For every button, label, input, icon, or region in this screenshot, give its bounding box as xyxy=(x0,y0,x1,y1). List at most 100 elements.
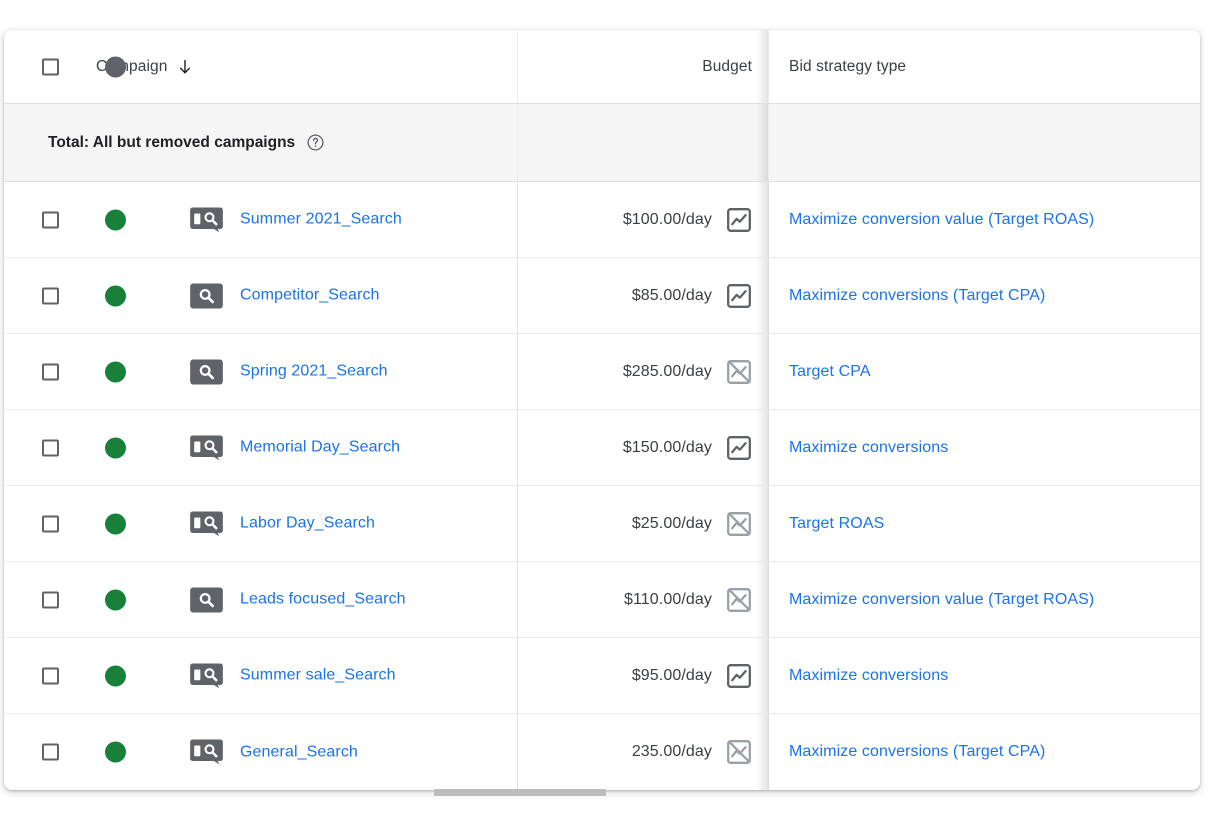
table-row[interactable]: Spring 2021_Search $285.00/day Target CP… xyxy=(4,334,1200,410)
cell-campaign: Memorial Day_Search xyxy=(4,410,517,485)
bid-strategy-link[interactable]: Maximize conversions xyxy=(789,667,948,685)
row-status-cell[interactable] xyxy=(105,513,126,534)
cell-bid-strategy-type: Maximize conversions (Target CPA) xyxy=(756,258,1200,333)
campaign-name-link[interactable]: General_Search xyxy=(240,743,358,761)
cell-budget: $100.00/day xyxy=(517,182,768,257)
row-checkbox-cell[interactable] xyxy=(42,743,59,761)
campaign-name-link[interactable]: Memorial Day_Search xyxy=(240,439,400,457)
table-row[interactable]: Summer 2021_Search $100.00/day Maximize … xyxy=(4,182,1200,258)
table-row[interactable]: Leads focused_Search $110.00/day Maximiz… xyxy=(4,562,1200,638)
arrow-down-icon[interactable] xyxy=(176,58,194,76)
chart-off-icon[interactable] xyxy=(726,359,752,385)
bid-strategy-link[interactable]: Maximize conversion value (Target ROAS) xyxy=(789,591,1094,609)
row-checkbox-cell[interactable] xyxy=(42,591,59,608)
cell-budget: $95.00/day xyxy=(517,638,768,713)
search-icon xyxy=(190,359,223,384)
bid-strategy-link[interactable]: Maximize conversion value (Target ROAS) xyxy=(789,211,1094,229)
table-row[interactable]: Summer sale_Search $95.00/day Maximize c… xyxy=(4,638,1200,714)
horizontal-scrollbar[interactable] xyxy=(4,789,1200,796)
search-partner-icon xyxy=(190,663,223,688)
table-row[interactable]: Competitor_Search $85.00/day Maximize co… xyxy=(4,258,1200,334)
row-checkbox-cell[interactable] xyxy=(42,211,59,228)
select-all-checkbox-cell[interactable] xyxy=(42,58,59,75)
chart-off-icon[interactable] xyxy=(726,739,752,765)
row-status-cell[interactable] xyxy=(105,361,126,382)
row-select-checkbox[interactable] xyxy=(42,287,59,304)
table-body: Summer 2021_Search $100.00/day Maximize … xyxy=(4,182,1200,790)
row-checkbox-cell[interactable] xyxy=(42,515,59,532)
cell-bid-strategy-type: Target CPA xyxy=(756,334,1200,409)
campaign-name-link[interactable]: Leads focused_Search xyxy=(240,591,406,609)
campaign-name-link[interactable]: Spring 2021_Search xyxy=(240,363,388,381)
budget-value[interactable]: 235.00/day xyxy=(632,743,712,761)
horizontal-scrollbar-thumb[interactable] xyxy=(434,789,606,796)
budget-value[interactable]: $95.00/day xyxy=(632,667,712,685)
chart-icon[interactable] xyxy=(726,283,752,309)
budget-value[interactable]: $25.00/day xyxy=(632,515,712,533)
row-checkbox-cell[interactable] xyxy=(42,287,59,304)
bid-strategy-link[interactable]: Maximize conversions (Target CPA) xyxy=(789,743,1045,761)
row-select-checkbox[interactable] xyxy=(42,211,59,228)
bid-strategy-link[interactable]: Maximize conversions (Target CPA) xyxy=(789,287,1045,305)
budget-value[interactable]: $85.00/day xyxy=(632,287,712,305)
budget-value[interactable]: $100.00/day xyxy=(623,211,712,229)
status-enabled-icon xyxy=(105,513,126,534)
cell-bid-strategy-type: Maximize conversion value (Target ROAS) xyxy=(756,562,1200,637)
budget-value[interactable]: $285.00/day xyxy=(623,363,712,381)
total-label: Total: All but removed campaigns xyxy=(48,133,296,151)
row-status-cell[interactable] xyxy=(105,437,126,458)
row-status-cell[interactable] xyxy=(105,209,126,230)
budget-value[interactable]: $150.00/day xyxy=(623,439,712,457)
select-all-checkbox[interactable] xyxy=(42,58,59,75)
campaign-name-link[interactable]: Summer sale_Search xyxy=(240,667,396,685)
status-circle-icon xyxy=(105,56,126,77)
campaign-name-link[interactable]: Summer 2021_Search xyxy=(240,211,402,229)
search-icon xyxy=(190,587,223,612)
total-cell-budget xyxy=(517,104,768,181)
row-select-checkbox[interactable] xyxy=(42,515,59,532)
header-label-bid-strategy-type: Bid strategy type xyxy=(789,57,907,75)
search-partner-icon xyxy=(190,435,223,460)
row-select-checkbox[interactable] xyxy=(42,743,59,761)
campaign-name-link[interactable]: Competitor_Search xyxy=(240,287,380,305)
row-select-checkbox[interactable] xyxy=(42,667,59,684)
status-enabled-icon xyxy=(105,285,126,306)
campaign-name-link[interactable]: Labor Day_Search xyxy=(240,515,375,533)
table-row[interactable]: Labor Day_Search $25.00/day Target ROAS xyxy=(4,486,1200,562)
row-checkbox-cell[interactable] xyxy=(42,667,59,684)
row-select-checkbox[interactable] xyxy=(42,591,59,608)
header-cell-campaign[interactable]: Campaign xyxy=(4,30,517,103)
chart-icon[interactable] xyxy=(726,207,752,233)
help-circle-icon[interactable] xyxy=(306,133,325,152)
bid-strategy-link[interactable]: Target ROAS xyxy=(789,515,884,533)
bid-strategy-link[interactable]: Maximize conversions xyxy=(789,439,948,457)
chart-icon[interactable] xyxy=(726,435,752,461)
cell-campaign: Leads focused_Search xyxy=(4,562,517,637)
chart-icon[interactable] xyxy=(726,663,752,689)
row-select-checkbox[interactable] xyxy=(42,439,59,456)
budget-value[interactable]: $110.00/day xyxy=(624,591,712,609)
row-status-cell[interactable] xyxy=(105,589,126,610)
cell-campaign: Spring 2021_Search xyxy=(4,334,517,409)
chart-off-icon[interactable] xyxy=(726,511,752,537)
row-status-cell[interactable] xyxy=(105,665,126,686)
row-status-cell[interactable] xyxy=(105,741,126,763)
campaign-body: Spring 2021_Search xyxy=(190,359,388,384)
bid-strategy-link[interactable]: Target CPA xyxy=(789,363,871,381)
cell-bid-strategy-type: Maximize conversions xyxy=(756,410,1200,485)
cell-bid-strategy-type: Maximize conversion value (Target ROAS) xyxy=(756,182,1200,257)
budget-wrap: $25.00/day xyxy=(632,511,752,537)
row-select-checkbox[interactable] xyxy=(42,363,59,380)
header-cell-budget[interactable]: Budget xyxy=(517,30,768,103)
row-checkbox-cell[interactable] xyxy=(42,439,59,456)
row-status-cell[interactable] xyxy=(105,285,126,306)
table-header-row: Campaign Budget Bid strategy type xyxy=(4,30,1200,104)
budget-wrap: $100.00/day xyxy=(623,207,752,233)
table-row[interactable]: General_Search 235.00/day Maximize conve… xyxy=(4,714,1200,790)
cell-budget: $150.00/day xyxy=(517,410,768,485)
row-checkbox-cell[interactable] xyxy=(42,363,59,380)
header-label-budget: Budget xyxy=(702,57,752,75)
chart-off-icon[interactable] xyxy=(726,587,752,613)
table-row[interactable]: Memorial Day_Search $150.00/day Maximize… xyxy=(4,410,1200,486)
header-cell-bid-strategy-type[interactable]: Bid strategy type xyxy=(756,30,1200,103)
